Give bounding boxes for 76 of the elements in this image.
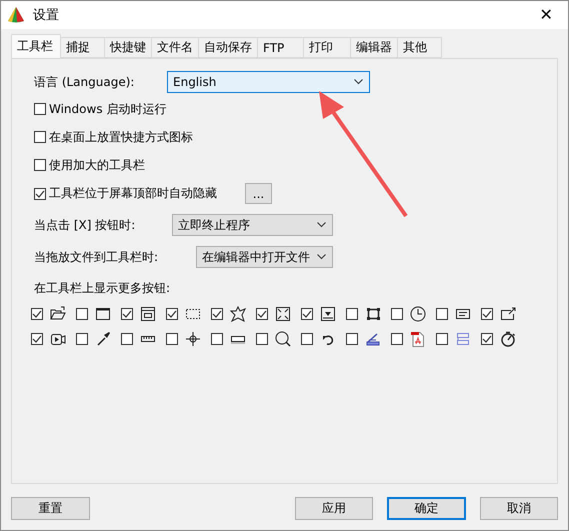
magnifier-icon — [275, 331, 291, 347]
text-box-icon — [455, 306, 471, 322]
close-action-dropdown[interactable]: 立即终止程序 — [172, 214, 333, 236]
language-label: 语言 (Language): — [34, 74, 136, 90]
drop-action-dropdown[interactable]: 在编辑器中打开文件 — [196, 246, 333, 268]
tab[interactable]: 快捷键 — [104, 37, 152, 58]
ok-button[interactable]: 确定 — [387, 497, 466, 520]
tab[interactable]: 打印 — [303, 37, 351, 58]
tab[interactable]: 其他 — [397, 37, 442, 58]
checkbox[interactable] — [76, 333, 88, 345]
checkbox[interactable] — [166, 333, 178, 345]
language-dropdown[interactable]: English — [167, 71, 370, 93]
close-action-label: 当点击 [X] 按钮时: — [34, 216, 136, 234]
reset-button[interactable]: 重置 — [11, 497, 90, 520]
checkbox-option[interactable]: 在桌面上放置快捷方式图标 — [34, 127, 193, 147]
checkbox[interactable] — [34, 131, 46, 143]
star-icon — [230, 306, 246, 322]
clock-icon — [410, 306, 426, 322]
checkbox[interactable] — [481, 333, 493, 345]
checkbox[interactable] — [346, 308, 358, 320]
checkbox[interactable] — [31, 308, 43, 320]
checkbox[interactable] — [391, 333, 403, 345]
checkbox[interactable] — [31, 333, 43, 345]
checkbox[interactable] — [166, 308, 178, 320]
checkbox-option[interactable]: 使用加大的工具栏 — [34, 155, 145, 175]
checkbox[interactable] — [121, 308, 133, 320]
selection-icon — [185, 306, 201, 322]
checkbox[interactable] — [481, 308, 493, 320]
window-title: 设置 — [33, 7, 60, 24]
checkbox-option[interactable]: 工具栏位于屏幕顶部时自动隐藏 — [34, 184, 217, 204]
checkbox[interactable] — [436, 308, 448, 320]
tab[interactable]: 文件名 — [151, 37, 199, 58]
checkbox[interactable] — [211, 308, 223, 320]
stopwatch-icon — [500, 331, 516, 347]
tab[interactable]: 工具栏 — [11, 34, 61, 58]
scanner-icon — [365, 331, 381, 347]
app-logo-icon — [7, 6, 25, 24]
checkbox[interactable] — [436, 333, 448, 345]
crosshair-icon — [185, 331, 201, 347]
frame-icon — [365, 306, 381, 322]
tab[interactable]: FTP — [257, 37, 304, 58]
checkbox[interactable] — [256, 308, 268, 320]
cancel-button[interactable]: 取消 — [480, 497, 558, 520]
download-icon — [320, 306, 336, 322]
tab[interactable]: 自动保存 — [198, 37, 258, 58]
checkbox[interactable] — [121, 333, 133, 345]
window-icon — [140, 306, 156, 322]
window-icon — [95, 306, 111, 322]
checkbox[interactable] — [256, 333, 268, 345]
checkbox[interactable] — [346, 333, 358, 345]
checkbox[interactable] — [301, 308, 313, 320]
checkbox[interactable] — [391, 308, 403, 320]
split-icon — [455, 331, 471, 347]
checkbox[interactable] — [301, 333, 313, 345]
video-icon — [50, 331, 66, 347]
checkbox[interactable] — [211, 333, 223, 345]
checkbox-option[interactable]: Windows 启动时运行 — [34, 99, 166, 119]
pdf-icon — [410, 331, 426, 347]
fullscreen-icon — [275, 306, 291, 322]
more-button[interactable]: ... — [245, 183, 272, 204]
export-icon — [500, 306, 516, 322]
checkbox[interactable] — [34, 103, 46, 115]
eyedropper-icon — [95, 331, 111, 347]
caret-icon — [317, 254, 326, 260]
checkbox[interactable] — [76, 308, 88, 320]
checkbox[interactable] — [34, 159, 46, 171]
more-buttons-label: 在工具栏上显示更多按钮: — [34, 280, 172, 297]
tab[interactable]: 编辑器 — [350, 37, 398, 58]
tab[interactable]: 捕捉 — [60, 37, 105, 58]
caret-icon — [317, 222, 326, 228]
drop-action-label: 当拖放文件到工具栏时: — [34, 248, 160, 266]
apply-button[interactable]: 应用 — [294, 497, 373, 520]
checkbox[interactable] — [34, 188, 46, 200]
folder-icon — [50, 306, 66, 322]
caret-icon — [354, 79, 363, 85]
close-button[interactable]: ✕ — [524, 1, 568, 29]
